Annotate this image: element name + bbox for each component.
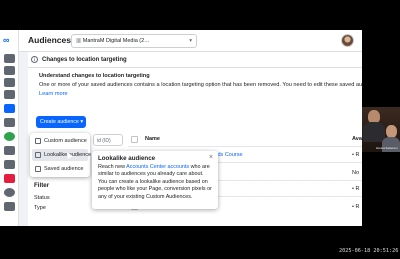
notifications-icon[interactable] — [4, 174, 15, 183]
avatar[interactable] — [341, 34, 354, 47]
create-audience-menu: Custom audience Lookalike audience Saved… — [30, 133, 91, 177]
bug-icon[interactable] — [4, 202, 15, 211]
presenter-body — [363, 122, 385, 142]
chevron-down-icon: ▾ — [189, 38, 192, 44]
notice-banner: Understand changes to location targeting… — [28, 68, 362, 102]
notice-banner-title: Changes to location targeting — [42, 57, 127, 63]
saved-audience-icon — [35, 166, 41, 172]
availability-cell: No — [352, 170, 360, 176]
grid-icon[interactable] — [4, 66, 15, 75]
column-header-availability[interactable]: Ava — [352, 136, 362, 142]
ad-account-selector[interactable]: ▥ MantraM Digital Media (2… ▾ — [71, 34, 197, 48]
table-icon[interactable] — [4, 78, 15, 87]
lookalike-audience-icon — [35, 152, 41, 158]
notice-heading: Understand changes to location targeting — [39, 73, 150, 79]
menu-item-label: Custom audience — [44, 138, 87, 144]
menu-item-saved-audience[interactable]: Saved audience — [32, 163, 88, 175]
learn-more-link[interactable]: Learn more — [39, 90, 362, 99]
help-icon[interactable] — [4, 132, 15, 141]
meta-logo-icon[interactable]: ∞ — [3, 35, 9, 45]
row-divider — [128, 146, 362, 147]
create-audience-button[interactable]: Create audience ▾ — [36, 116, 86, 128]
select-all-checkbox[interactable] — [131, 136, 138, 143]
menu-item-lookalike-audience[interactable]: Lookalike audience — [32, 149, 91, 161]
filter-status[interactable]: Status ▾ — [34, 195, 97, 201]
audiences-icon[interactable] — [4, 104, 15, 113]
pages-icon[interactable] — [4, 118, 15, 127]
chart-icon[interactable] — [4, 90, 15, 99]
availability-cell: • R — [352, 186, 360, 192]
page-title: Audiences — [28, 35, 71, 45]
webcam-name-tag: Hanna Kelemen — [376, 146, 398, 150]
recording-timestamp: 2025-06-18 20:51:26 — [339, 248, 399, 254]
home-icon[interactable] — [4, 54, 15, 63]
notice-body: One or more of your saved audiences cont… — [39, 82, 362, 88]
tooltip-title: Lookalike audience — [98, 155, 156, 162]
filter-label: Type — [34, 205, 46, 211]
custom-audience-icon — [35, 138, 41, 144]
ad-account-label: MantraM Digital Media (2… — [82, 38, 150, 44]
search-icon[interactable] — [4, 188, 15, 197]
ad-account-icon: ▥ — [76, 38, 83, 44]
accounts-center-link[interactable]: Accounts Center accounts — [126, 164, 189, 170]
column-header-name[interactable]: Name — [145, 136, 160, 142]
billing-icon[interactable] — [4, 146, 15, 155]
availability-cell: • R — [352, 204, 360, 210]
filter-type[interactable]: Type ▾ — [34, 205, 97, 211]
webcam-overlay: Hanna Kelemen — [362, 107, 400, 152]
left-nav-rail: ∞ — [0, 30, 19, 226]
tooltip-text: Reach new — [98, 164, 127, 170]
filter-heading: Filter — [34, 182, 50, 189]
info-icon: i — [31, 56, 38, 63]
menu-item-label: Saved audience — [44, 166, 84, 172]
menu-item-custom-audience[interactable]: Custom audience — [32, 135, 88, 147]
notice-banner-header: i Changes to location targeting — [28, 52, 362, 68]
tooltip-body: Reach new Accounts Center accounts who a… — [98, 164, 212, 201]
settings-icon[interactable] — [4, 160, 15, 169]
lookalike-tooltip: Lookalike audience × Reach new Accounts … — [92, 151, 218, 209]
availability-cell: • R — [352, 152, 360, 158]
top-header: Audiences ▥ MantraM Digital Media (2… ▾ — [19, 30, 362, 52]
search-input[interactable]: id (ID) — [93, 134, 123, 146]
filter-label: Status — [34, 195, 50, 201]
close-icon[interactable]: × — [209, 154, 213, 161]
